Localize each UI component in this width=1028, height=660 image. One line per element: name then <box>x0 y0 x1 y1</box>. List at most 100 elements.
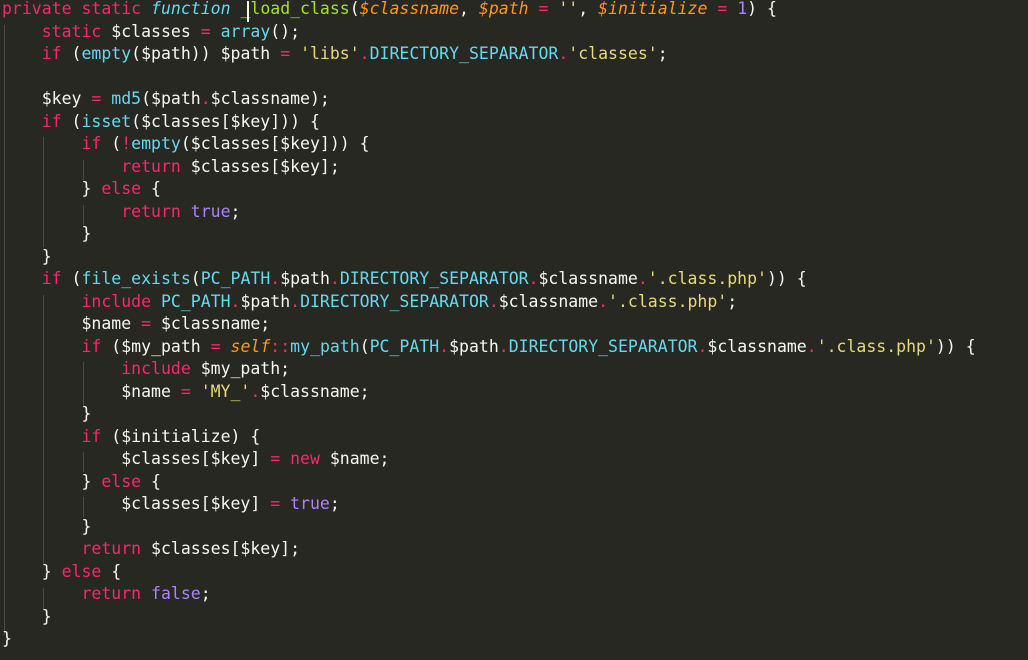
code-token: return <box>81 539 142 558</box>
code-line[interactable]: private static function _load_class($cla… <box>2 0 777 21</box>
code-token: $classes[$key]; <box>180 156 340 176</box>
code-token: ($classes[$key])) { <box>131 111 320 131</box>
code-token: ; <box>200 584 211 603</box>
code-token: } <box>2 224 92 243</box>
code-line[interactable]: return $classes[$key]; <box>2 156 340 179</box>
code-line[interactable]: } <box>2 516 91 539</box>
code-line[interactable]: $name = 'MY_'.$classname; <box>2 381 370 404</box>
code-token: return <box>121 156 181 176</box>
code-token: $classname <box>707 336 807 356</box>
code-token: $path <box>240 291 291 311</box>
code-line[interactable]: if (isset($classes[$key])) { <box>2 111 320 134</box>
code-token: . <box>250 381 261 401</box>
code-token: $path <box>280 269 330 288</box>
code-line[interactable]: if ($my_path = self::my_path(PC_PATH.$pa… <box>2 336 975 359</box>
code-token: ( <box>349 0 360 18</box>
code-token: file_exists <box>81 269 191 288</box>
code-line[interactable]: } else { <box>2 471 161 494</box>
code-token: ( <box>61 269 82 288</box>
code-line[interactable]: $key = md5($path.$classname); <box>2 88 330 111</box>
code-token: ($initialize) { <box>101 426 261 446</box>
code-token: } <box>2 606 52 626</box>
code-token: . <box>637 269 648 288</box>
code-token: ($path)) $path <box>131 44 281 63</box>
code-token: else <box>61 561 102 581</box>
code-token: isset <box>81 111 132 131</box>
code-line[interactable]: if (file_exists(PC_PATH.$path.DIRECTORY_… <box>2 268 807 291</box>
code-editor[interactable]: private static function _load_class($cla… <box>0 0 1028 660</box>
code-token: } <box>2 561 62 581</box>
code-token: . <box>329 269 340 288</box>
code-token: . <box>498 336 509 356</box>
code-token: false <box>151 584 201 603</box>
code-line[interactable]: } <box>2 606 52 629</box>
code-token: = <box>270 449 281 468</box>
code-token: ; <box>230 201 241 221</box>
code-line[interactable]: return $classes[$key]; <box>2 538 300 561</box>
code-token: array <box>220 21 271 41</box>
code-token: ($path <box>141 89 201 108</box>
code-line[interactable]: $classes[$key] = new $name; <box>2 448 389 471</box>
code-token: } <box>2 179 102 198</box>
code-line[interactable]: } else { <box>2 178 161 201</box>
code-token: private <box>2 0 72 18</box>
code-token: static <box>41 21 102 41</box>
code-token: include <box>81 291 152 311</box>
code-token: $classes[$key] <box>2 494 271 513</box>
code-token: . <box>697 336 708 356</box>
code-token: ( <box>359 336 370 356</box>
code-token: . <box>230 291 241 311</box>
code-token: :: <box>270 336 291 356</box>
code-line[interactable]: $classes[$key] = true; <box>2 493 340 516</box>
code-line[interactable]: include PC_PATH.$path.DIRECTORY_SEPARATO… <box>2 291 737 314</box>
code-line[interactable]: return false; <box>2 583 211 606</box>
code-token: = <box>280 44 291 63</box>
code-token: $classname <box>538 269 638 288</box>
code-token: $path <box>478 0 529 18</box>
code-token: . <box>488 291 499 311</box>
code-token: DIRECTORY_SEPARATOR <box>508 336 698 356</box>
code-token: = <box>141 314 152 333</box>
code-line[interactable]: return true; <box>2 201 240 224</box>
code-token: $classes[$key]; <box>141 539 301 558</box>
code-token: 1 <box>737 0 748 18</box>
code-token: $classname; <box>260 381 370 401</box>
code-line[interactable]: if ($initialize) { <box>2 426 260 449</box>
code-line[interactable]: static $classes = array(); <box>2 21 300 44</box>
code-token: . <box>200 89 211 108</box>
code-token: ; <box>657 44 668 63</box>
code-line[interactable]: if (!empty($classes[$key])) { <box>2 133 369 156</box>
code-line[interactable]: } <box>2 628 12 651</box>
code-token: DIRECTORY_SEPARATOR <box>339 269 529 288</box>
code-token: if <box>81 426 102 446</box>
code-token: } <box>2 404 92 423</box>
code-token: $classname <box>498 291 599 311</box>
code-line[interactable]: } <box>2 403 91 426</box>
code-token: $path <box>449 336 499 356</box>
code-token: _load_class <box>240 0 350 18</box>
code-line[interactable]: } else { <box>2 561 122 584</box>
code-token: . <box>806 336 817 356</box>
code-token: )) { <box>767 269 807 288</box>
code-token: ( <box>61 44 82 63</box>
code-token: { <box>141 471 161 491</box>
code-line[interactable]: $name = $classname; <box>2 313 270 336</box>
code-token: new <box>290 449 320 468</box>
code-line[interactable]: include $my_path; <box>2 358 290 381</box>
code-line[interactable]: } <box>2 223 91 246</box>
code-token: 'libs' <box>300 44 360 63</box>
code-token: $classes[$key] <box>2 449 271 468</box>
code-line[interactable]: if (empty($path)) $path = 'libs'.DIRECTO… <box>2 43 668 66</box>
code-line[interactable]: } <box>2 246 52 269</box>
code-token: . <box>558 44 569 63</box>
code-token: PC_PATH <box>200 269 271 288</box>
